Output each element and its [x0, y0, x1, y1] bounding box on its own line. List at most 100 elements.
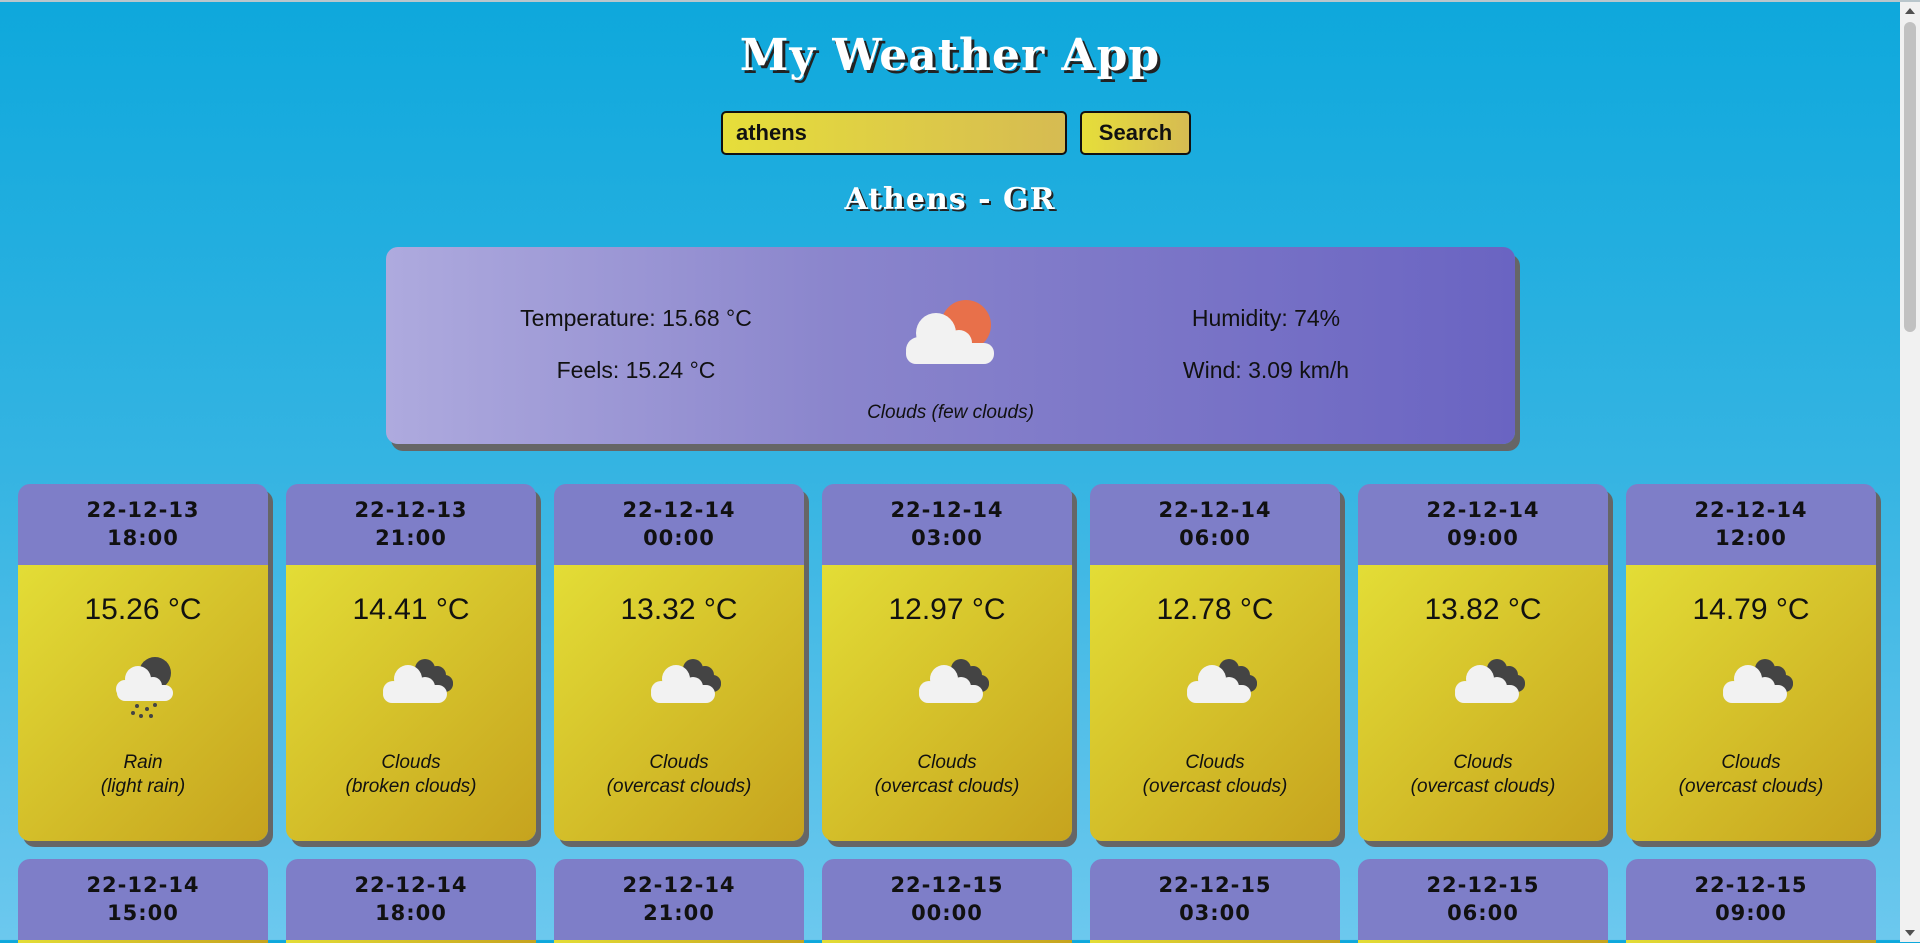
search-button[interactable]: Search: [1080, 111, 1191, 155]
forecast-card-header: 22-12-14 09:00: [1358, 484, 1608, 565]
forecast-condition: Clouds (broken clouds): [286, 751, 536, 799]
current-description: Clouds (few clouds): [867, 402, 1034, 423]
current-wind: Wind: 3.09 km/h: [1182, 357, 1350, 383]
forecast-condition-detail: (overcast clouds): [1410, 776, 1556, 797]
current-humidity: Humidity: 74%: [1191, 305, 1341, 331]
forecast-temperature: 14.41 °C: [352, 593, 470, 626]
forecast-date: 22-12-14: [622, 498, 736, 522]
forecast-card-header: 22-12-14 21:00: [554, 859, 804, 940]
forecast-card: 22-12-15 03:00: [1090, 859, 1340, 943]
forecast-card-header: 22-12-15 06:00: [1358, 859, 1608, 940]
forecast-date: 22-12-15: [890, 873, 1004, 897]
overcast-clouds-icon: [1723, 659, 1793, 703]
forecast-card: 22-12-14 03:00 12.97 °C Clouds (overcast clo…: [822, 484, 1072, 841]
forecast-time: 21:00: [375, 526, 447, 550]
city-search-input[interactable]: [721, 111, 1067, 155]
forecast-card: 22-12-14 12:00 14.79 °C Clouds (overcast clo…: [1626, 484, 1876, 841]
forecast-card-header: 22-12-14 18:00: [286, 859, 536, 940]
forecast-card: 22-12-14 00:00 13.32 °C Clouds (overcast clo…: [554, 484, 804, 841]
forecast-time: 00:00: [643, 526, 715, 550]
forecast-time: 18:00: [107, 526, 179, 550]
forecast-condition-main: Clouds: [917, 752, 977, 773]
forecast-condition: Clouds (overcast clouds): [1626, 751, 1876, 799]
forecast-condition: Clouds (overcast clouds): [822, 751, 1072, 799]
forecast-date: 22-12-14: [1694, 498, 1808, 522]
current-feels-like: Feels: 15.24 °C: [556, 357, 716, 383]
forecast-temperature: 13.32 °C: [620, 593, 738, 626]
scrollbar-thumb[interactable]: [1904, 22, 1916, 332]
forecast-card-body: 13.82 °C Clouds (overcast clouds): [1358, 565, 1608, 841]
forecast-time: 09:00: [1447, 526, 1519, 550]
forecast-card: 22-12-14 09:00 13.82 °C Clouds (overcast clo…: [1358, 484, 1608, 841]
forecast-card: 22-12-14 18:00: [286, 859, 536, 943]
forecast-card-body: 12.78 °C Clouds (overcast clouds): [1090, 565, 1340, 841]
forecast-condition-detail: (broken clouds): [345, 776, 477, 797]
forecast-time: 00:00: [911, 901, 983, 925]
forecast-time: 21:00: [643, 901, 715, 925]
scroll-up-arrow-icon[interactable]: [1905, 8, 1915, 14]
forecast-card-body: 14.41 °C Clouds (broken clouds): [286, 565, 536, 841]
forecast-date: 22-12-13: [354, 498, 468, 522]
forecast-date: 22-12-15: [1694, 873, 1808, 897]
forecast-card-header: 22-12-14 15:00: [18, 859, 268, 940]
forecast-temperature: 12.78 °C: [1156, 593, 1274, 626]
forecast-date: 22-12-14: [890, 498, 1004, 522]
forecast-card: 22-12-14 06:00 12.78 °C Clouds (overcast clo…: [1090, 484, 1340, 841]
forecast-date: 22-12-15: [1426, 873, 1540, 897]
forecast-card: 22-12-14 21:00: [554, 859, 804, 943]
forecast-temperature: 15.26 °C: [84, 593, 202, 626]
forecast-temperature: 13.82 °C: [1424, 593, 1542, 626]
forecast-time: 12:00: [1715, 526, 1787, 550]
forecast-date: 22-12-14: [1158, 498, 1272, 522]
overcast-clouds-icon: [919, 659, 989, 703]
forecast-time: 03:00: [1179, 901, 1251, 925]
forecast-card-header: 22-12-14 12:00: [1626, 484, 1876, 565]
few-clouds-day-icon: [906, 300, 994, 364]
forecast-card: 22-12-14 15:00: [18, 859, 268, 943]
forecast-card: 22-12-15 06:00: [1358, 859, 1608, 943]
forecast-condition-main: Rain: [123, 752, 163, 773]
forecast-condition-main: Clouds: [381, 752, 441, 773]
forecast-condition-detail: (overcast clouds): [874, 776, 1020, 797]
forecast-time: 06:00: [1447, 901, 1519, 925]
forecast-condition-main: Clouds: [1453, 752, 1513, 773]
overcast-clouds-icon: [1187, 659, 1257, 703]
forecast-date: 22-12-13: [86, 498, 200, 522]
forecast-condition: Rain (light rain): [18, 751, 268, 799]
forecast-condition-main: Clouds: [1185, 752, 1245, 773]
forecast-card-body: 13.32 °C Clouds (overcast clouds): [554, 565, 804, 841]
forecast-temperature: 12.97 °C: [888, 593, 1006, 626]
forecast-card-header: 22-12-13 21:00: [286, 484, 536, 565]
broken-clouds-icon: [383, 659, 453, 703]
forecast-condition-detail: (overcast clouds): [606, 776, 752, 797]
forecast-condition: Clouds (overcast clouds): [1090, 751, 1340, 799]
forecast-card-body: 15.26 °C Rain (light rain): [18, 565, 268, 841]
scroll-down-arrow-icon[interactable]: [1905, 930, 1915, 936]
current-temperature: Temperature: 15.68 °C: [520, 305, 752, 331]
forecast-card: 22-12-15 00:00: [822, 859, 1072, 943]
forecast-card-body: 12.97 °C Clouds (overcast clouds): [822, 565, 1072, 841]
forecast-card-header: 22-12-14 00:00: [554, 484, 804, 565]
forecast-date: 22-12-14: [622, 873, 736, 897]
forecast-time: 09:00: [1715, 901, 1787, 925]
forecast-condition: Clouds (overcast clouds): [554, 751, 804, 799]
app-title: My Weather App: [739, 30, 1161, 81]
forecast-condition-detail: (overcast clouds): [1678, 776, 1824, 797]
forecast-card-header: 22-12-15 03:00: [1090, 859, 1340, 940]
location-title: Athens - GR: [844, 182, 1056, 217]
forecast-condition-main: Clouds: [1721, 752, 1781, 773]
forecast-time: 18:00: [375, 901, 447, 925]
forecast-date: 22-12-14: [1426, 498, 1540, 522]
forecast-condition-detail: (overcast clouds): [1142, 776, 1288, 797]
forecast-card-body: 14.79 °C Clouds (overcast clouds): [1626, 565, 1876, 841]
forecast-time: 06:00: [1179, 526, 1251, 550]
forecast-time: 15:00: [107, 901, 179, 925]
forecast-time: 03:00: [911, 526, 983, 550]
forecast-condition-main: Clouds: [649, 752, 709, 773]
overcast-clouds-icon: [1455, 659, 1525, 703]
forecast-card-header: 22-12-14 03:00: [822, 484, 1072, 565]
forecast-card-header: 22-12-14 06:00: [1090, 484, 1340, 565]
forecast-card-header: 22-12-15 00:00: [822, 859, 1072, 940]
page-scrollbar[interactable]: [1900, 2, 1920, 942]
forecast-card: 22-12-15 09:00: [1626, 859, 1876, 943]
